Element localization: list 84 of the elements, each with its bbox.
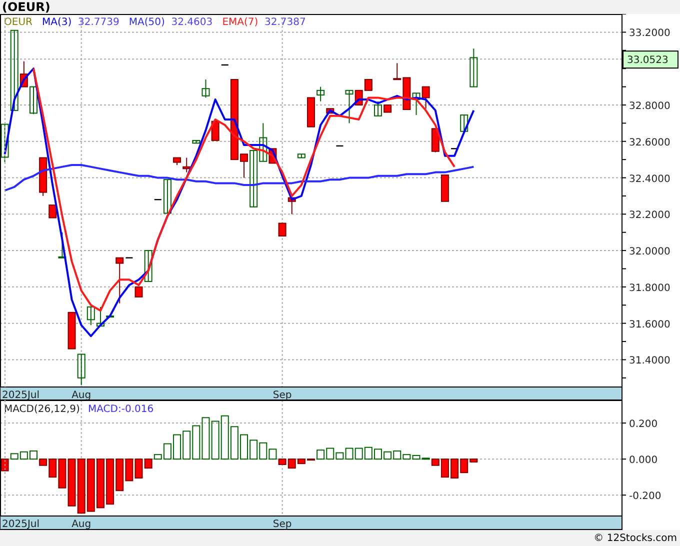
candlestick <box>336 145 344 147</box>
candlestick <box>77 354 86 386</box>
macd-bar <box>182 430 191 460</box>
macd-bar <box>384 451 392 460</box>
legend-item: MA(3) 32.7739 <box>42 17 120 28</box>
macd-bar <box>316 450 325 460</box>
macd-bar <box>96 458 104 508</box>
indicator-reading: MACD:-0.016 <box>88 404 154 415</box>
copyright-text: © 12Stocks.com <box>594 532 677 544</box>
candlestick <box>288 197 296 215</box>
candlestick <box>134 286 143 298</box>
candlestick <box>30 86 38 115</box>
macd-bar <box>192 425 200 460</box>
candlestick <box>202 79 210 98</box>
macd-bar <box>230 426 238 460</box>
candlestick <box>39 157 48 196</box>
candlestick <box>163 179 172 214</box>
price-label: 32.0000 <box>629 246 670 258</box>
macd-bar <box>211 420 220 460</box>
price-label: 31.8000 <box>629 282 670 294</box>
price-label: 32.6000 <box>629 137 670 148</box>
candlestick <box>451 148 458 150</box>
price-label: 33.2000 <box>629 28 670 40</box>
date-label: Sep <box>272 390 292 400</box>
candlestick <box>86 306 95 326</box>
candlestick <box>68 312 76 350</box>
macd-bar <box>240 434 248 460</box>
candlestick <box>106 316 114 318</box>
macd-bar <box>173 434 182 460</box>
candlestick <box>431 128 440 153</box>
candlestick <box>297 154 306 158</box>
macd-bar <box>77 458 86 514</box>
price-label: 32.8000 <box>629 100 670 112</box>
candlestick <box>96 306 104 327</box>
chart-title: (OEUR) <box>2 0 50 14</box>
date-label: Aug <box>72 519 92 530</box>
candlestick <box>116 257 124 304</box>
price-label: 32.2000 <box>629 210 670 222</box>
candlestick <box>126 257 133 258</box>
price-label: 32.4000 <box>629 174 670 185</box>
candlestick <box>307 97 315 128</box>
candlestick <box>144 250 152 282</box>
candlestick <box>470 48 478 88</box>
candlestick <box>460 114 468 132</box>
legend-item: EMA(7) 32.7387 <box>222 17 306 28</box>
legend-item: MA(50) 32.4603 <box>128 17 213 28</box>
date-label: 2025Jul <box>2 519 40 530</box>
macd-bar <box>354 448 363 460</box>
candlestick <box>364 79 372 91</box>
candlestick <box>221 64 228 66</box>
macd-bar <box>250 440 258 460</box>
macd-bar <box>364 446 372 460</box>
candlestick <box>154 199 162 200</box>
candlestick <box>326 108 334 114</box>
candlestick <box>374 100 382 116</box>
legend-item: OEUR <box>4 17 32 28</box>
price-label: 31.4000 <box>629 356 670 367</box>
macd-bar <box>106 458 114 505</box>
macd-bar <box>307 458 315 461</box>
candlestick <box>384 104 392 113</box>
macd-bar <box>220 415 229 460</box>
value-label: 0.000 <box>629 455 658 466</box>
macd-bar <box>20 451 28 460</box>
price-label: 31.6000 <box>629 319 670 330</box>
date-label: Sep <box>272 519 292 530</box>
candlestick <box>48 204 57 218</box>
indicator-title: MACD(26,12,9) <box>4 404 80 415</box>
candlestick <box>440 174 449 202</box>
price-badge: 33.0523 <box>622 50 678 69</box>
candlestick <box>316 86 325 102</box>
macd-bar <box>202 417 210 460</box>
candlestick <box>192 140 200 144</box>
date-label: Aug <box>72 390 92 400</box>
macd-bar <box>30 450 38 460</box>
candlestick <box>0 124 9 163</box>
macd-bar <box>450 458 459 478</box>
candlestick <box>58 232 66 258</box>
value-label: -0.200 <box>629 491 662 502</box>
macd-bar <box>374 448 382 460</box>
macd-bar <box>86 458 95 512</box>
candlestick <box>422 86 430 110</box>
value-label: 0.200 <box>629 419 658 430</box>
candlestick <box>278 222 286 236</box>
date-label: 2025Jul <box>2 390 40 400</box>
